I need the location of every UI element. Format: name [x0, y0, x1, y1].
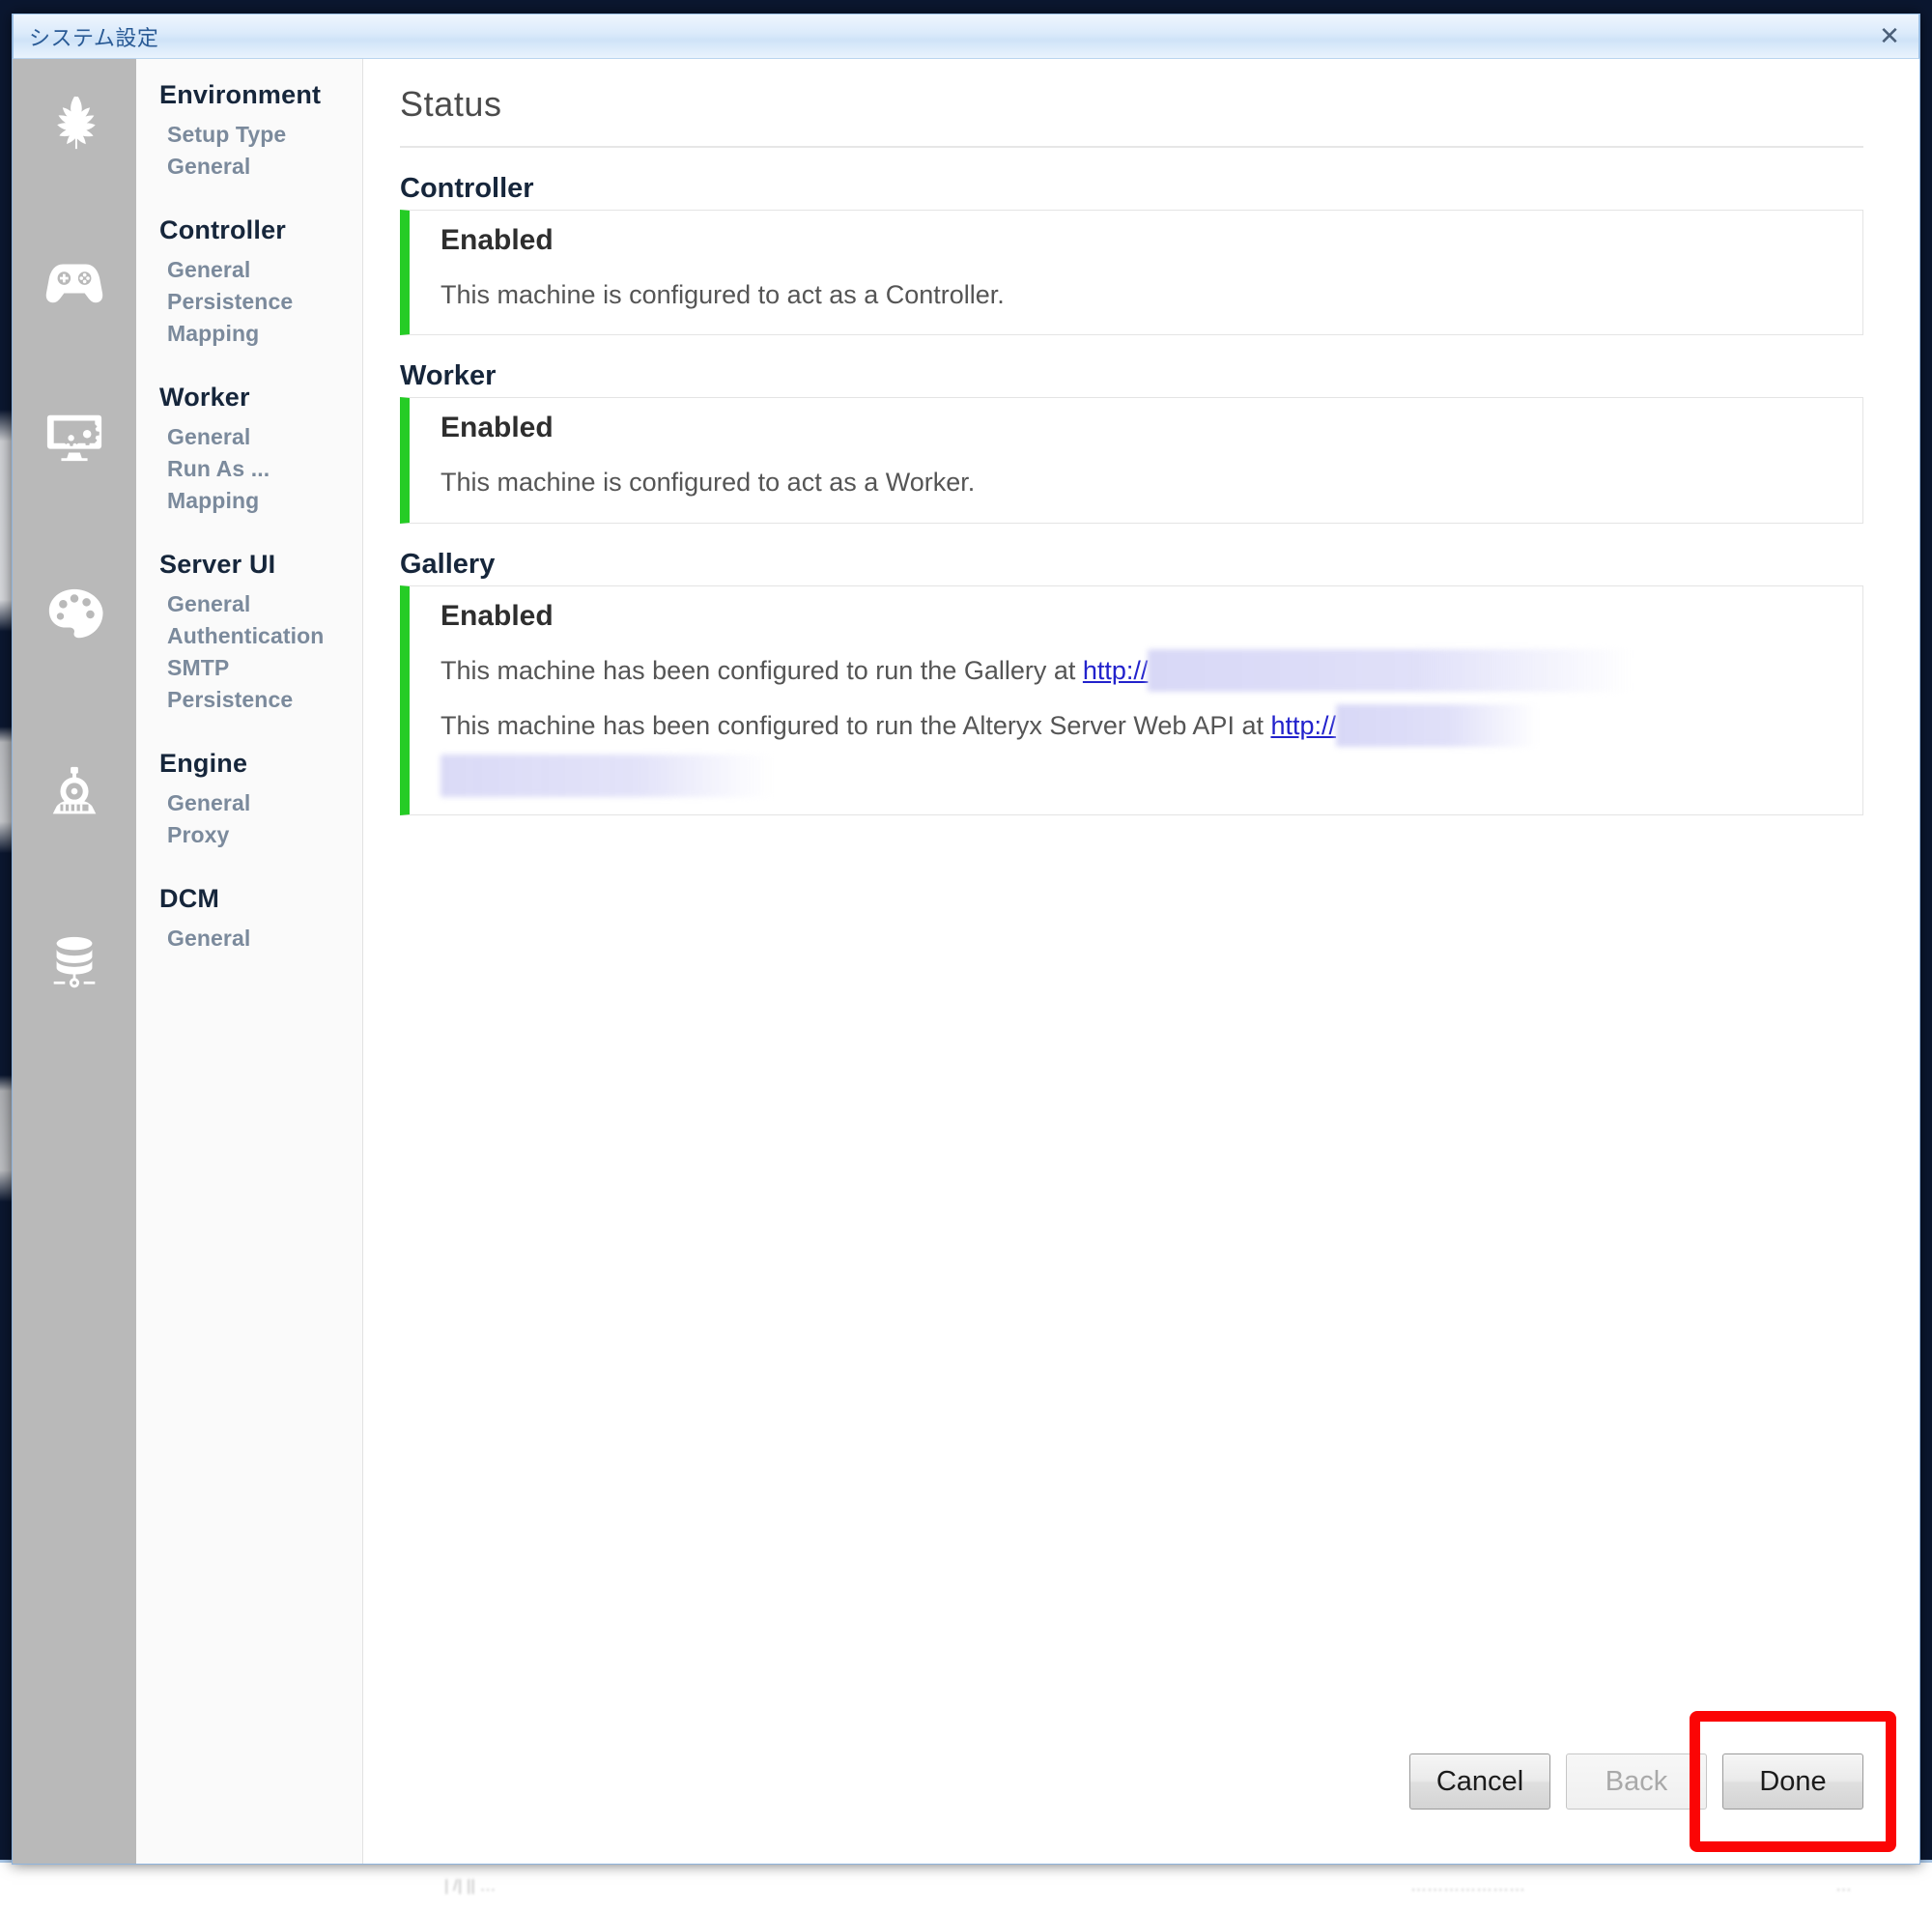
leaf-icon[interactable]: [13, 76, 136, 169]
web-api-url-line: This machine has been configured to run …: [440, 703, 1862, 797]
nav-group-title: Server UI: [159, 550, 276, 579]
gamepad-icon[interactable]: [13, 233, 136, 326]
redacted-url-block-wrap: [440, 754, 774, 797]
sidebar-item-environment-setup-type[interactable]: Setup Type: [136, 119, 362, 151]
dialog-body: Environment Setup Type General Controlle…: [13, 59, 1919, 1864]
status-badge: Enabled: [440, 224, 554, 256]
cancel-button[interactable]: Cancel: [1409, 1753, 1550, 1810]
train-engine-icon[interactable]: [13, 747, 136, 840]
status-card-controller: Enabled This machine is configured to ac…: [400, 210, 1863, 336]
nav-group-title: Controller: [159, 215, 287, 244]
status-card-gallery: Enabled This machine has been configured…: [400, 584, 1863, 815]
nav-group-title: Engine: [159, 749, 248, 778]
sidebar-item-worker-general[interactable]: General: [136, 421, 362, 453]
nav-group-environment: Environment Setup Type General: [136, 80, 362, 183]
window-title: システム設定: [29, 26, 159, 51]
status-badge: Enabled: [440, 599, 554, 632]
sidebar-item-engine-proxy[interactable]: Proxy: [136, 819, 362, 851]
status-description: This machine is configured to act as a W…: [440, 468, 976, 498]
monitor-gears-icon[interactable]: [13, 389, 136, 482]
done-button-wrapper: Done: [1690, 1711, 1896, 1852]
palette-icon[interactable]: [13, 567, 136, 660]
dialog-footer: Cancel Back Done: [1409, 1711, 1896, 1852]
nav-group-worker: Worker General Run As ... Mapping: [136, 383, 362, 517]
sidebar-item-worker-mapping[interactable]: Mapping: [136, 485, 362, 517]
settings-nav: Environment Setup Type General Controlle…: [136, 59, 363, 1864]
nav-group-dcm: DCM General: [136, 884, 362, 955]
close-icon[interactable]: ✕: [1870, 20, 1909, 53]
gallery-url-line: This machine has been configured to run …: [440, 648, 1862, 694]
background-text: …: [1835, 1876, 1852, 1895]
icon-rail: [13, 59, 136, 1864]
web-api-url-text: This machine has been configured to run …: [440, 710, 1271, 740]
gallery-url-link[interactable]: http://: [1083, 656, 1149, 685]
status-badge: Enabled: [440, 412, 554, 444]
section-title-worker: Worker: [400, 360, 497, 392]
page-title: Status: [400, 84, 1863, 148]
background-text: | /| || …: [444, 1876, 497, 1895]
nav-group-controller: Controller General Persistence Mapping: [136, 215, 362, 350]
sidebar-item-server-ui-smtp[interactable]: SMTP: [136, 652, 362, 684]
sidebar-item-worker-run-as[interactable]: Run As ...: [136, 453, 362, 485]
status-description: This machine is configured to act as a C…: [440, 280, 1005, 309]
background-window-row: | /| || … ………………… …: [0, 1860, 1932, 1910]
sidebar-item-controller-mapping[interactable]: Mapping: [136, 318, 362, 350]
web-api-url-link[interactable]: http://: [1270, 711, 1336, 740]
database-icon[interactable]: [13, 915, 136, 1008]
sidebar-item-controller-general[interactable]: General: [136, 254, 362, 286]
section-title-gallery: Gallery: [400, 548, 496, 580]
redacted-url-block: [1336, 703, 1540, 747]
sidebar-item-engine-general[interactable]: General: [136, 787, 362, 819]
background-text: …………………: [1410, 1876, 1525, 1895]
title-bar: システム設定 ✕: [13, 14, 1919, 59]
sidebar-item-server-ui-persistence[interactable]: Persistence: [136, 684, 362, 716]
nav-group-title: DCM: [159, 884, 220, 913]
sidebar-item-server-ui-authentication[interactable]: Authentication: [136, 620, 362, 652]
back-button: Back: [1566, 1753, 1707, 1810]
system-settings-dialog: システム設定 ✕ Environment Setup Type General …: [12, 14, 1920, 1865]
nav-group-title: Environment: [159, 80, 322, 109]
section-title-controller: Controller: [400, 173, 534, 204]
gallery-url-text: This machine has been configured to run …: [440, 655, 1083, 685]
sidebar-item-controller-persistence[interactable]: Persistence: [136, 286, 362, 318]
sidebar-item-dcm-general[interactable]: General: [136, 923, 362, 955]
nav-group-engine: Engine General Proxy: [136, 749, 362, 851]
done-button[interactable]: Done: [1722, 1753, 1863, 1810]
sidebar-item-server-ui-general[interactable]: General: [136, 588, 362, 620]
nav-group-title: Worker: [159, 383, 250, 412]
status-panel: Status Controller Enabled This machine i…: [363, 59, 1919, 1864]
redacted-url-block: [1148, 648, 1632, 692]
status-card-worker: Enabled This machine is configured to ac…: [400, 397, 1863, 524]
sidebar-item-environment-general[interactable]: General: [136, 151, 362, 183]
nav-group-server-ui: Server UI General Authentication SMTP Pe…: [136, 550, 362, 716]
